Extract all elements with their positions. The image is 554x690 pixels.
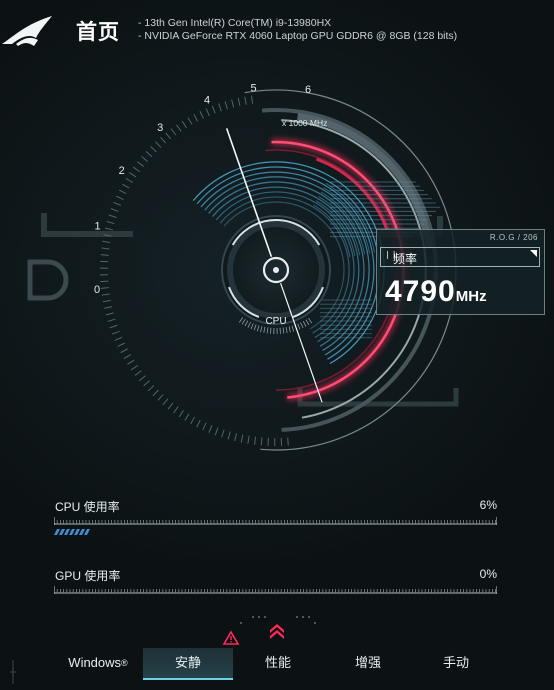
cpu-usage-value: 6% bbox=[479, 498, 497, 512]
mode-manual[interactable]: 手动 bbox=[418, 648, 494, 678]
mode-performance-label: 性能 bbox=[264, 655, 291, 670]
frequency-label-box: ❘❘ 频率 bbox=[380, 247, 540, 267]
gauge-tick-label: 0 bbox=[94, 284, 100, 296]
mode-performance[interactable]: 性能 bbox=[240, 648, 316, 678]
frequency-value: 4790MHz bbox=[385, 275, 487, 309]
gpu-usage-value: 0% bbox=[479, 567, 497, 581]
hardware-specs: - 13th Gen Intel(R) Core(TM) i9-13980HX … bbox=[138, 17, 457, 43]
mode-indicator bbox=[222, 616, 316, 645]
mode-quiet[interactable]: 安静 bbox=[143, 648, 233, 680]
gpu-usage-bar bbox=[54, 586, 497, 594]
side-marker bbox=[10, 660, 16, 684]
cpu-usage-bar bbox=[54, 517, 497, 535]
frequency-unit: MHz bbox=[455, 288, 487, 305]
warning-icon bbox=[222, 630, 240, 645]
gpu-usage-label: GPU 使用率 bbox=[55, 569, 121, 583]
chevron-up-icon bbox=[270, 624, 284, 639]
cpu-usage-fill-segment bbox=[69, 529, 75, 535]
gauge-scale-label: x 1000 MHz bbox=[282, 118, 327, 128]
connector-left-cap bbox=[27, 259, 69, 301]
mode-turbo-label: 增强 bbox=[354, 655, 381, 670]
mode-quiet-label: 安静 bbox=[174, 655, 201, 670]
gauge-tick-label: 2 bbox=[119, 165, 125, 177]
rog-logo-icon bbox=[2, 16, 52, 46]
gauge-tick-label: 4 bbox=[204, 94, 210, 106]
frequency-panel: R.O.G / 206 ❘❘ 频率 4790MHz bbox=[376, 229, 545, 315]
cpu-usage-fill-segment bbox=[64, 529, 70, 535]
gauge-center-label: CPU bbox=[265, 316, 286, 327]
mode-manual-label: 手动 bbox=[442, 655, 469, 670]
cpu-usage-fill-segment bbox=[54, 529, 60, 535]
gauge-tick-label: 5 bbox=[251, 82, 257, 94]
gauge-tick-label: 6 bbox=[305, 84, 311, 96]
page-title: 首页 bbox=[76, 21, 120, 44]
gauge-tick-label: 3 bbox=[157, 122, 163, 134]
frequency-label: 频率 bbox=[393, 252, 418, 266]
mode-windows-label: Windows bbox=[68, 655, 122, 670]
mode-turbo[interactable]: 增强 bbox=[330, 648, 406, 678]
registered-mark: ® bbox=[121, 658, 128, 668]
cpu-usage-fill-segment bbox=[74, 529, 80, 535]
mode-nav: Windows® 安静 性能 增强 手动 bbox=[0, 648, 554, 684]
corner-triangle-icon bbox=[530, 250, 537, 257]
cpu-usage-label: CPU 使用率 bbox=[55, 500, 120, 514]
brand-tag: R.O.G / 206 bbox=[489, 233, 538, 242]
gauge-tick-label: 1 bbox=[94, 221, 100, 233]
cpu-spec: - 13th Gen Intel(R) Core(TM) i9-13980HX bbox=[138, 17, 332, 29]
mode-windows[interactable]: Windows® bbox=[60, 648, 136, 678]
frequency-number: 4790 bbox=[385, 275, 456, 308]
cpu-usage-fill-segment bbox=[79, 529, 85, 535]
cpu-usage-fill-segment bbox=[84, 529, 90, 535]
gpu-spec: - NVIDIA GeForce RTX 4060 Laptop GPU GDD… bbox=[138, 30, 458, 42]
cpu-usage-fill-segment bbox=[59, 529, 65, 535]
gauge-hub-dot bbox=[273, 267, 279, 273]
connector-left bbox=[41, 213, 133, 237]
